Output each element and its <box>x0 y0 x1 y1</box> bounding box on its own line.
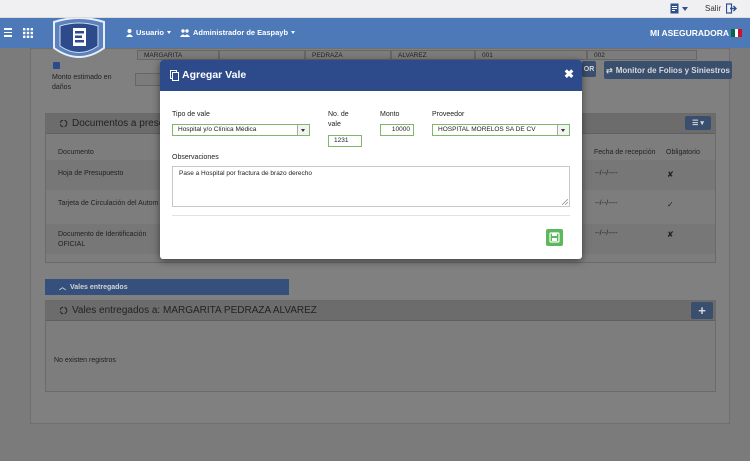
hamburger-icon[interactable] <box>4 28 12 37</box>
users-icon <box>180 28 190 37</box>
admin-menu[interactable]: Administrador de Easpayb <box>180 28 296 37</box>
brand-name: MI ASEGURADORA <box>650 28 730 38</box>
name-cell: ALVAREZ <box>391 50 475 60</box>
plus-icon: + <box>698 303 706 318</box>
monto-estimado-label: Monto estimado en daños <box>52 74 112 91</box>
document-icon[interactable] <box>670 3 679 14</box>
tipo-vale-select[interactable]: Hospital y/o Clínica Médica <box>172 124 310 136</box>
chevron-down-icon <box>557 125 569 135</box>
documents-title: Documentos a prese <box>72 118 165 129</box>
doc-name: Tarjeta de Circulación del Autom <box>58 200 159 207</box>
logout-link[interactable]: Salir <box>705 4 721 13</box>
fecha-header: Fecha de recepción <box>594 149 656 156</box>
copy-icon <box>170 70 179 81</box>
resize-handle-icon[interactable] <box>562 199 568 205</box>
doc-required-mark: ✘ <box>667 230 674 239</box>
monitor-icon: ⇄ <box>606 65 613 75</box>
usuario-menu[interactable]: Usuario <box>126 28 171 37</box>
vales-tab-label: Vales entregados <box>70 283 128 291</box>
modal-header: Agregar Vale ✖ <box>160 60 582 91</box>
monitor-label: Monitor de Folios y Siniestros <box>615 65 730 75</box>
tipo-vale-label: Tipo de vale <box>172 111 210 118</box>
admin-label: Administrador de Easpayb <box>193 28 289 37</box>
vales-tab[interactable]: ︿ Vales entregados <box>45 279 289 295</box>
close-icon[interactable]: ✖ <box>564 67 574 81</box>
chevron-up-icon: ︿ <box>59 284 66 291</box>
modal-divider <box>172 215 570 216</box>
top-strip: Salir <box>0 0 750 18</box>
chevron-down-icon <box>291 31 296 34</box>
app-logo[interactable] <box>50 18 108 64</box>
list-icon: ☰ ▾ <box>692 120 704 127</box>
documento-header: Documento <box>58 149 94 156</box>
no-vale-input[interactable]: 1231 <box>328 135 362 147</box>
doc-date: --/--/---- <box>595 200 618 207</box>
agregar-vale-modal: Agregar Vale ✖ <box>160 60 582 259</box>
main-navbar <box>0 18 750 48</box>
no-records-text: No existen registros <box>54 357 116 364</box>
chevron-down-icon <box>166 31 171 34</box>
usuario-label: Usuario <box>136 28 164 37</box>
monto-estimado-input[interactable] <box>135 73 161 86</box>
observaciones-label: Observaciones <box>172 154 219 161</box>
monitor-button[interactable]: ⇄ Monitor de Folios y Siniestros <box>604 61 732 79</box>
doc-name: Documento de Identificación OFICIAL <box>58 231 147 248</box>
user-icon <box>126 28 133 37</box>
save-button[interactable] <box>546 229 563 246</box>
action-button[interactable]: OR <box>582 61 596 77</box>
vales-title: Vales entregados a: MARGARITA PEDRAZA AL… <box>72 305 317 316</box>
proveedor-select[interactable]: HOSPITAL MORELOS SA DE CV <box>432 124 570 136</box>
doc-date: --/--/---- <box>595 230 618 237</box>
name-cell <box>219 50 305 60</box>
obligatorio-header: Obligatorio <box>666 149 700 156</box>
no-vale-label: No. de vale <box>328 111 349 128</box>
doc-required-mark: ✘ <box>667 170 674 179</box>
name-cell: 002 <box>587 50 697 60</box>
name-cell: 001 <box>475 50 587 60</box>
observaciones-textarea[interactable]: Pase a Hospital por fractura de brazo de… <box>172 166 570 207</box>
add-vale-button[interactable]: + <box>691 302 713 319</box>
monto-label: Monto <box>380 111 400 118</box>
refresh-icon <box>59 306 68 315</box>
doc-required-mark: ✓ <box>667 200 674 209</box>
chevron-down-icon <box>297 125 309 135</box>
name-cell: MARGARITA <box>137 50 219 60</box>
apps-grid-icon[interactable] <box>23 28 33 38</box>
monto-input[interactable]: 10000 <box>380 124 414 136</box>
doc-name: Hoja de Presupuesto <box>58 170 124 177</box>
doc-date: --/--/---- <box>595 170 618 177</box>
save-icon <box>549 232 560 243</box>
list-menu-button[interactable]: ☰ ▾ <box>685 116 711 130</box>
chevron-down-icon[interactable] <box>682 7 688 11</box>
exit-icon[interactable] <box>726 3 737 14</box>
proveedor-label: Proveedor <box>432 111 465 118</box>
refresh-icon <box>59 119 68 128</box>
name-cell: PEDRAZA <box>305 50 391 60</box>
proveedor-value: HOSPITAL MORELOS SA DE CV <box>438 126 536 133</box>
modal-title: Agregar Vale <box>182 69 247 81</box>
mexico-flag-icon[interactable] <box>731 29 743 37</box>
tipo-vale-value: Hospital y/o Clínica Médica <box>178 126 257 133</box>
